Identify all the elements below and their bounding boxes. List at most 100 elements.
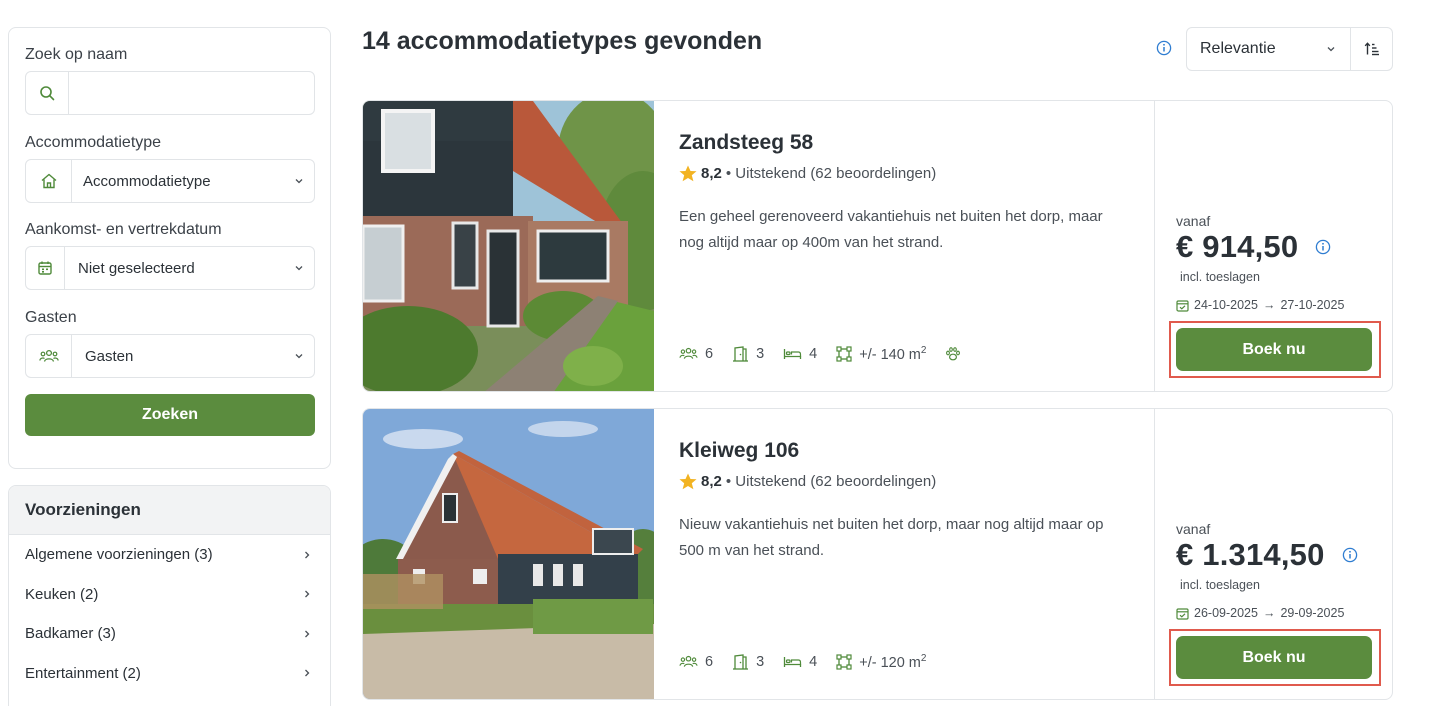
sort-select[interactable]: Relevantie	[1186, 27, 1351, 71]
guests-value: Gasten	[85, 347, 134, 365]
book-now-button[interactable]: Boek nu	[1176, 328, 1372, 371]
guests-icon	[679, 656, 698, 668]
area-value: +/- 140 m2	[859, 345, 927, 363]
amenity-group-label: Keuken (2)	[25, 585, 99, 603]
search-icon	[26, 72, 69, 114]
bed-icon	[784, 349, 802, 360]
book-now-button[interactable]: Boek nu	[1176, 636, 1372, 679]
amenities-title: Voorzieningen	[9, 486, 330, 535]
results-title: 14 accommodatietypes gevonden	[362, 27, 763, 55]
feature-area: +/- 140 m2	[836, 345, 926, 363]
info-icon[interactable]	[1342, 547, 1358, 563]
chevron-down-icon	[284, 263, 314, 273]
date-select[interactable]: Niet geselecteerd	[25, 246, 315, 290]
accommodation-type-label: Accommodatietype	[25, 134, 162, 151]
door-icon	[733, 654, 749, 670]
listing-photo[interactable]	[363, 409, 654, 699]
filter-panel: Zoek op naam Accommodatietype Accommodat…	[8, 27, 331, 469]
price-box: vanaf € 1.314,50 incl. toeslagen 26-09-2…	[1154, 409, 1392, 699]
accommodation-type-value: Accommodatietype	[83, 172, 211, 190]
chevron-right-icon	[305, 669, 310, 677]
listing-rating: 8,2 • Uitstekend (62 beoordelingen)	[679, 165, 936, 182]
chevron-right-icon	[305, 551, 310, 559]
bed-icon	[784, 657, 802, 668]
listing-description: Nieuw vakantiehuis net buiten het dorp, …	[679, 516, 1104, 559]
sort-direction-button[interactable]	[1350, 27, 1393, 71]
sort-ascending-icon	[1364, 42, 1379, 56]
chevron-down-icon	[284, 351, 314, 361]
listing-card[interactable]: Zandsteeg 58 8,2 • Uitstekend (62 beoord…	[362, 100, 1393, 392]
date-to: 27-10-2025	[1280, 298, 1345, 312]
amenity-group-label: Algemene voorzieningen (3)	[25, 546, 213, 564]
chevron-right-icon	[305, 630, 310, 638]
feature-bedrooms: 3	[732, 654, 764, 670]
calendar-check-icon	[1176, 607, 1189, 620]
guests-label: Gasten	[25, 309, 77, 326]
rating-text: • Uitstekend (62 beoordelingen)	[725, 165, 937, 182]
listing-rating: 8,2 • Uitstekend (62 beoordelingen)	[679, 473, 936, 490]
chevron-right-icon	[305, 590, 310, 598]
chevron-down-icon	[1327, 47, 1335, 52]
search-name-label: Zoek op naam	[25, 46, 128, 63]
price-from-label: vanaf	[1176, 213, 1211, 229]
beds-count: 4	[809, 653, 818, 670]
accommodation-type-select[interactable]: Accommodatietype	[25, 159, 315, 203]
area-icon	[836, 346, 852, 362]
sort-value: Relevantie	[1200, 40, 1276, 57]
amenity-group-label: Entertainment (2)	[25, 664, 141, 682]
amenity-group[interactable]: Entertainment (2)	[9, 654, 330, 694]
feature-beds: 4	[783, 654, 817, 670]
bedrooms-count: 3	[756, 653, 765, 670]
search-name-field	[25, 71, 315, 115]
star-icon	[679, 473, 697, 490]
listing-title[interactable]: Zandsteeg 58	[679, 131, 813, 155]
calendar-icon	[26, 247, 65, 289]
price-from-label: vanaf	[1176, 521, 1211, 537]
guests-count: 6	[705, 345, 714, 362]
guests-icon	[679, 348, 698, 360]
date-value: Niet geselecteerd	[78, 259, 195, 277]
feature-pets	[945, 346, 961, 362]
date-from: 24-10-2025	[1194, 298, 1258, 312]
beds-count: 4	[809, 345, 818, 362]
price: € 1.314,50	[1176, 537, 1325, 572]
feature-guests: 6	[679, 346, 713, 362]
guests-icon	[26, 335, 72, 377]
guests-select[interactable]: Gasten	[25, 334, 315, 378]
stay-dates: 24-10-2025 → 27-10-2025	[1176, 298, 1344, 312]
amenity-group-label: Badkamer (3)	[25, 625, 116, 643]
listing-card[interactable]: Kleiweg 106 8,2 • Uitstekend (62 beoorde…	[362, 408, 1393, 700]
rating-text: • Uitstekend (62 beoordelingen)	[725, 473, 937, 490]
feature-area: +/- 120 m2	[836, 653, 926, 671]
stay-dates: 26-09-2025 → 29-09-2025	[1176, 606, 1344, 620]
feature-bedrooms: 3	[732, 346, 764, 362]
date-from: 26-09-2025	[1194, 606, 1258, 620]
price: € 914,50	[1176, 229, 1299, 264]
calendar-check-icon	[1176, 299, 1189, 312]
info-icon[interactable]	[1156, 40, 1172, 61]
amenity-group[interactable]: Badkamer (3)	[9, 614, 330, 654]
guests-count: 6	[705, 653, 714, 670]
price-note: incl. toeslagen	[1180, 578, 1260, 592]
search-button[interactable]: Zoeken	[25, 394, 315, 436]
date-label: Aankomst- en vertrekdatum	[25, 221, 222, 238]
rating-score: 8,2	[701, 473, 722, 490]
amenities-panel: Voorzieningen Algemene voorzieningen (3)…	[8, 485, 331, 706]
date-to: 29-09-2025	[1280, 606, 1345, 620]
amenity-group[interactable]: Algemene voorzieningen (3)	[9, 535, 330, 575]
amenity-group[interactable]: Keuken (2)	[9, 575, 330, 615]
price-box: vanaf € 914,50 incl. toeslagen 24-10-202…	[1154, 101, 1392, 391]
info-icon[interactable]	[1315, 239, 1331, 255]
listing-photo[interactable]	[363, 101, 654, 391]
feature-guests: 6	[679, 654, 713, 670]
chevron-down-icon	[284, 176, 314, 186]
listing-title[interactable]: Kleiweg 106	[679, 439, 799, 463]
listing-features: 6 3 4 +/- 140 m2	[679, 345, 980, 363]
bedrooms-count: 3	[756, 345, 765, 362]
star-icon	[679, 165, 697, 182]
date-arrow: →	[1262, 606, 1276, 620]
paw-icon	[946, 347, 961, 361]
house-icon	[26, 160, 72, 202]
date-arrow: →	[1262, 298, 1276, 312]
search-name-input[interactable]	[69, 72, 314, 114]
